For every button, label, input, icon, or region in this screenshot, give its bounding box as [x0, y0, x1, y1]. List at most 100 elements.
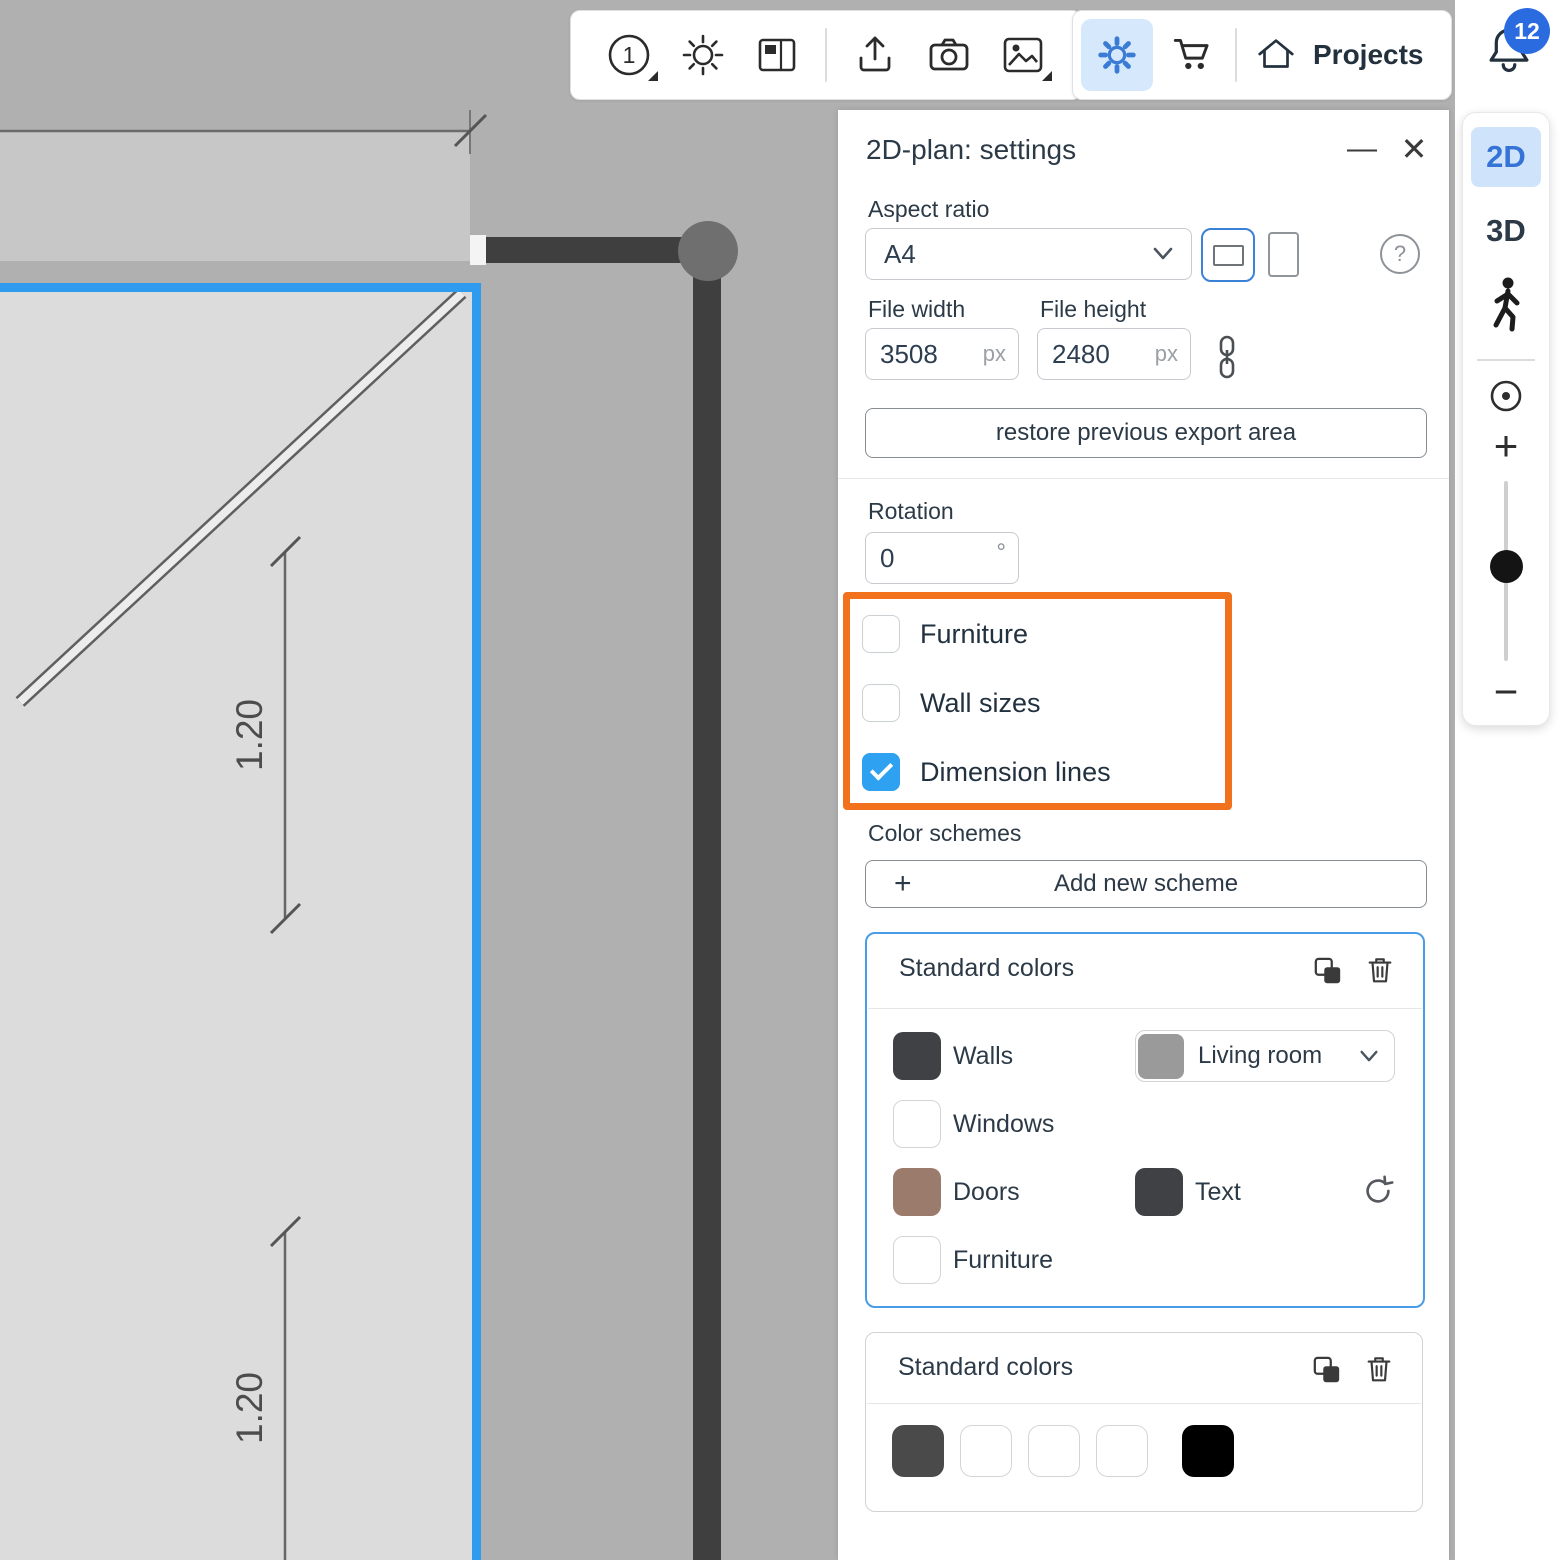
projects-button[interactable]: Projects	[1253, 32, 1424, 78]
tab-2d[interactable]: 2D	[1471, 127, 1541, 187]
center-view-button[interactable]	[1463, 377, 1549, 415]
cart-button[interactable]	[1167, 29, 1219, 81]
section-divider	[838, 478, 1449, 479]
room-interior[interactable]	[0, 292, 472, 1560]
home-icon	[1258, 39, 1294, 68]
export-area-right-edge[interactable]	[472, 283, 481, 1560]
restore-export-area-button[interactable]: restore previous export area	[865, 408, 1427, 458]
px-unit: px	[982, 341, 1006, 366]
furniture-color-swatch[interactable]	[893, 1236, 941, 1284]
scheme2-swatch-3[interactable]	[1028, 1425, 1080, 1477]
zoom-in-button[interactable]: +	[1463, 425, 1549, 467]
toggle-wall-sizes[interactable]: Wall sizes	[862, 684, 1041, 722]
scheme2-swatch-4[interactable]	[1096, 1425, 1148, 1477]
doors-label: Doors	[953, 1178, 1020, 1206]
zoom-slider-thumb[interactable]	[1490, 550, 1523, 583]
text-color-swatch[interactable]	[1135, 1168, 1183, 1216]
help-button[interactable]: ?	[1380, 234, 1420, 274]
target-icon	[1490, 380, 1522, 412]
walking-person-icon	[1493, 277, 1520, 332]
question-icon: ?	[1393, 241, 1407, 266]
landscape-orientation-button[interactable]	[1201, 228, 1255, 282]
scheme-card-secondary[interactable]: Standard colors	[865, 1332, 1423, 1512]
scheme-card-active[interactable]: Standard colors Walls Living room Window…	[865, 932, 1425, 1308]
add-new-scheme-button[interactable]: + Add new scheme	[865, 860, 1427, 908]
delete-scheme-button[interactable]	[1363, 954, 1397, 988]
rotation-input[interactable]: 0 °	[865, 532, 1019, 584]
file-width-label: File width	[868, 296, 966, 322]
layers-button[interactable]: 1	[603, 29, 658, 81]
chevron-down-icon	[1153, 247, 1173, 260]
file-width-input[interactable]: 3508 px	[865, 328, 1019, 380]
daylight-button[interactable]	[677, 29, 729, 81]
duplicate-scheme-button[interactable]	[1311, 954, 1345, 988]
panel-divider	[1477, 359, 1535, 361]
secondary-toolbar: Projects	[1072, 10, 1452, 100]
wall-band-top[interactable]	[0, 131, 470, 261]
wall-sizes-checkbox[interactable]	[862, 684, 900, 722]
camera-icon	[929, 38, 969, 71]
file-width-value: 3508	[880, 338, 938, 369]
refresh-icon	[1366, 1175, 1394, 1203]
svg-text:1: 1	[623, 42, 636, 68]
landscape-icon	[1212, 244, 1244, 266]
windows-label: Windows	[953, 1110, 1055, 1138]
trash-icon	[1368, 958, 1392, 983]
add-new-scheme-label: Add new scheme	[1053, 870, 1239, 897]
main-toolbar: 1	[570, 10, 1082, 100]
file-height-input[interactable]: 2480 px	[1037, 328, 1191, 380]
dropdown-caret-icon	[1042, 71, 1052, 81]
minimize-button[interactable]: —	[1345, 132, 1379, 166]
toolbar-divider	[825, 28, 827, 82]
export-area-top-edge[interactable]	[0, 283, 481, 292]
furniture-checkbox-label: Furniture	[920, 618, 1029, 649]
cart-icon	[1173, 38, 1209, 70]
color-schemes-label: Color schemes	[868, 820, 1022, 846]
gallery-button[interactable]	[997, 29, 1052, 81]
windows-color-swatch[interactable]	[893, 1100, 941, 1148]
dimension-lines-checkbox[interactable]	[862, 753, 900, 791]
scheme2-swatch-1[interactable]	[892, 1425, 944, 1477]
toggle-furniture[interactable]: Furniture	[862, 615, 1028, 653]
dropdown-caret-icon	[648, 71, 658, 81]
settings-button[interactable]	[1081, 19, 1153, 91]
view-mode-panel: 2D 3D + −	[1462, 112, 1550, 726]
degree-unit: °	[996, 539, 1006, 566]
tab-3d[interactable]: 3D	[1471, 201, 1541, 261]
furniture-checkbox[interactable]	[862, 615, 900, 653]
snapshot-button[interactable]	[923, 29, 975, 81]
trash-icon	[1367, 1357, 1391, 1382]
copy-icon	[1314, 957, 1341, 984]
toggle-dimension-lines[interactable]: Dimension lines	[862, 753, 1111, 791]
walk-mode-button[interactable]	[1463, 275, 1549, 339]
duplicate-scheme-button[interactable]	[1310, 1353, 1344, 1387]
rotation-label: Rotation	[868, 498, 954, 524]
wall-sizes-checkbox-label: Wall sizes	[920, 687, 1041, 718]
plus-icon: +	[894, 867, 912, 900]
zoom-out-button[interactable]: −	[1463, 671, 1549, 713]
file-height-value: 2480	[1052, 338, 1110, 369]
link-dimensions-button[interactable]	[1212, 334, 1242, 385]
dimension-lines-checkbox-label: Dimension lines	[920, 756, 1111, 787]
portrait-orientation-button[interactable]	[1268, 232, 1299, 277]
scheme-title: Standard colors	[899, 954, 1075, 982]
projects-label: Projects	[1313, 39, 1424, 70]
toolbar-divider	[1235, 28, 1237, 82]
walls-color-swatch[interactable]	[893, 1032, 941, 1080]
wall-vertical[interactable]	[693, 237, 721, 1560]
furniture-label: Furniture	[953, 1246, 1054, 1274]
delete-scheme-button[interactable]	[1362, 1353, 1396, 1387]
reset-colors-button[interactable]	[1361, 1174, 1395, 1208]
text-label: Text	[1195, 1178, 1241, 1206]
export-button[interactable]	[849, 29, 901, 81]
scheme2-swatch-2[interactable]	[960, 1425, 1012, 1477]
card-divider	[868, 1008, 1422, 1009]
link-icon	[1219, 335, 1235, 379]
doors-color-swatch[interactable]	[893, 1168, 941, 1216]
scheme2-swatch-5[interactable]	[1182, 1425, 1234, 1477]
close-button[interactable]: ✕	[1397, 131, 1431, 167]
aspect-ratio-select[interactable]: A4	[865, 228, 1192, 280]
scene-background-button[interactable]	[751, 29, 803, 81]
wall-corner-handle[interactable]	[678, 221, 738, 281]
room-type-select[interactable]: Living room	[1135, 1030, 1395, 1082]
